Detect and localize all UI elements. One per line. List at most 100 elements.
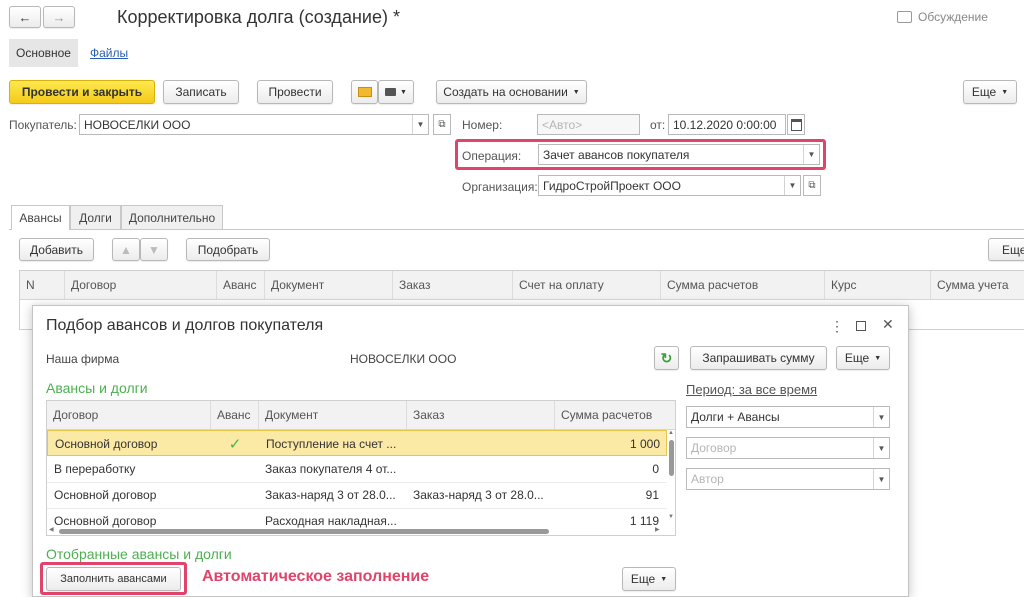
scroll-right-icon[interactable]: ▶	[655, 526, 660, 533]
table-row[interactable]: Основной договор Заказ-наряд 3 от 28.0..…	[47, 482, 667, 509]
cell-document: Заказ покупателя 4 от...	[265, 462, 397, 476]
checkmark-icon: ✓	[228, 436, 242, 453]
scroll-left-icon[interactable]: ◀	[49, 526, 54, 533]
tab-advances[interactable]: Авансы	[11, 205, 70, 230]
horizontal-scrollbar[interactable]: ◀ ▶	[47, 527, 667, 535]
col-n[interactable]: N	[20, 271, 64, 299]
chevron-down-icon[interactable]: ▼	[803, 145, 819, 164]
tab-debts[interactable]: Долги	[70, 205, 121, 229]
save-button[interactable]: Записать	[163, 80, 239, 104]
dialog-more-label: Еще	[844, 351, 870, 365]
tabs-baseline	[9, 229, 1024, 230]
forward-button[interactable]: →	[43, 6, 75, 28]
col-contract[interactable]: Договор	[64, 271, 216, 299]
filter-contract-field[interactable]: Договор ▼	[686, 437, 890, 459]
selected-section-title: Отобранные авансы и долги	[46, 546, 232, 562]
pick-dialog: Подбор авансов и долгов покупателя ⋮ ✕ Н…	[32, 305, 909, 597]
chevron-down-icon: ▼	[660, 575, 668, 583]
dcol-sum[interactable]: Сумма расчетов	[554, 401, 670, 429]
maximize-icon[interactable]	[856, 321, 866, 331]
horizontal-scroll-thumb[interactable]	[59, 529, 549, 534]
fill-advances-button[interactable]: Заполнить авансами	[46, 567, 181, 591]
email-button[interactable]	[351, 80, 378, 104]
number-label: Номер:	[462, 118, 503, 132]
table-more-button[interactable]: Еще	[988, 238, 1024, 261]
filter-contract-placeholder: Договор	[691, 441, 737, 455]
open-buyer-button[interactable]: ⧉	[433, 114, 451, 135]
nav-tab-files[interactable]: Файлы	[90, 46, 128, 60]
table-row[interactable]: В переработку Заказ покупателя 4 от... 0	[47, 456, 667, 483]
pick-button[interactable]: Подобрать	[186, 238, 270, 261]
col-accounting-sum[interactable]: Сумма учета	[930, 271, 1024, 299]
more-button[interactable]: Еще ▼	[963, 80, 1017, 104]
post-button[interactable]: Провести	[257, 80, 333, 104]
scroll-down-icon[interactable]: ▼	[668, 514, 674, 520]
period-link[interactable]: Период: за все время	[686, 382, 817, 397]
add-button[interactable]: Добавить	[19, 238, 94, 261]
arrow-up-icon: ▲	[120, 242, 132, 257]
date-field[interactable]: 10.12.2020 0:00:00	[668, 114, 786, 135]
buyer-field[interactable]: НОВОСЕЛКИ ООО ▼	[79, 114, 429, 135]
move-down-button[interactable]: ▼	[140, 238, 168, 261]
post-and-close-button[interactable]: Провести и закрыть	[9, 80, 155, 104]
advances-table: Договор Аванс Документ Заказ Сумма расче…	[46, 400, 676, 536]
envelope-icon	[357, 87, 372, 97]
chevron-down-icon[interactable]: ▼	[784, 176, 800, 195]
refresh-button[interactable]: ↻	[654, 346, 679, 370]
col-advance[interactable]: Аванс	[216, 271, 264, 299]
number-field[interactable]: <Авто>	[537, 114, 640, 135]
dcol-advance[interactable]: Аванс	[210, 401, 258, 429]
back-button[interactable]: ←	[9, 6, 41, 28]
vertical-scrollbar[interactable]: ▲ ▼	[667, 430, 675, 526]
annotation-text: Автоматическое заполнение	[202, 568, 430, 585]
nav-tab-main[interactable]: Основное	[9, 39, 78, 67]
cell-sum: 91	[645, 488, 659, 502]
selected-more-label: Еще	[630, 572, 656, 586]
tab-additional[interactable]: Дополнительно	[121, 205, 223, 229]
cell-contract: В переработку	[54, 462, 136, 476]
open-organization-button[interactable]: ⧉	[803, 175, 821, 196]
nav-tab-main-label: Основное	[16, 46, 71, 60]
cell-contract: Основной договор	[55, 437, 158, 451]
discussion-link[interactable]: Обсуждение	[897, 10, 988, 24]
filter-type-value: Долги + Авансы	[691, 410, 780, 424]
organization-label: Организация:	[462, 180, 538, 194]
organization-field[interactable]: ГидроСтройПроект ООО ▼	[538, 175, 801, 196]
table-row[interactable]: Основной договор ✓ Поступление на счет .…	[47, 430, 667, 456]
col-settlement-sum[interactable]: Сумма расчетов	[660, 271, 824, 299]
chevron-down-icon[interactable]: ▼	[412, 115, 428, 134]
dcol-contract[interactable]: Договор	[47, 401, 210, 429]
operation-field[interactable]: Зачет авансов покупателя ▼	[538, 144, 820, 165]
selected-more-button[interactable]: Еще ▼	[622, 567, 676, 591]
col-rate[interactable]: Курс	[824, 271, 930, 299]
filter-author-field[interactable]: Автор ▼	[686, 468, 890, 490]
chevron-down-icon[interactable]: ▼	[873, 438, 889, 458]
create-based-on-button[interactable]: Создать на основании ▼	[436, 80, 587, 104]
dcol-document[interactable]: Документ	[258, 401, 406, 429]
close-icon[interactable]: ✕	[882, 316, 894, 333]
chevron-down-icon[interactable]: ▼	[873, 469, 889, 489]
filter-type-field[interactable]: Долги + Авансы ▼	[686, 406, 890, 428]
dialog-more-button[interactable]: Еще ▼	[836, 346, 890, 370]
scroll-up-icon[interactable]: ▲	[668, 430, 674, 436]
col-invoice[interactable]: Счет на оплату	[512, 271, 660, 299]
dialog-title: Подбор авансов и долгов покупателя	[46, 317, 324, 334]
buyer-label: Покупатель:	[9, 118, 77, 132]
print-button[interactable]: ▼	[378, 80, 414, 104]
col-order[interactable]: Заказ	[392, 271, 512, 299]
cell-order	[407, 431, 555, 457]
number-placeholder: <Авто>	[542, 117, 583, 132]
chevron-down-icon: ▼	[400, 88, 407, 96]
advances-table-header: Договор Аванс Документ Заказ Сумма расче…	[47, 401, 675, 430]
move-up-button[interactable]: ▲	[112, 238, 140, 261]
request-sum-button[interactable]: Запрашивать сумму	[690, 346, 827, 370]
dialog-menu-icon[interactable]: ⋮	[830, 318, 844, 335]
dcol-order[interactable]: Заказ	[406, 401, 554, 429]
more-label: Еще	[971, 85, 997, 99]
cell-document: Заказ-наряд 3 от 28.0...	[265, 488, 396, 502]
calendar-button[interactable]	[787, 114, 805, 135]
chevron-down-icon[interactable]: ▼	[873, 407, 889, 427]
col-document[interactable]: Документ	[264, 271, 392, 299]
calendar-icon	[790, 118, 802, 131]
vertical-scroll-thumb[interactable]	[669, 440, 674, 476]
